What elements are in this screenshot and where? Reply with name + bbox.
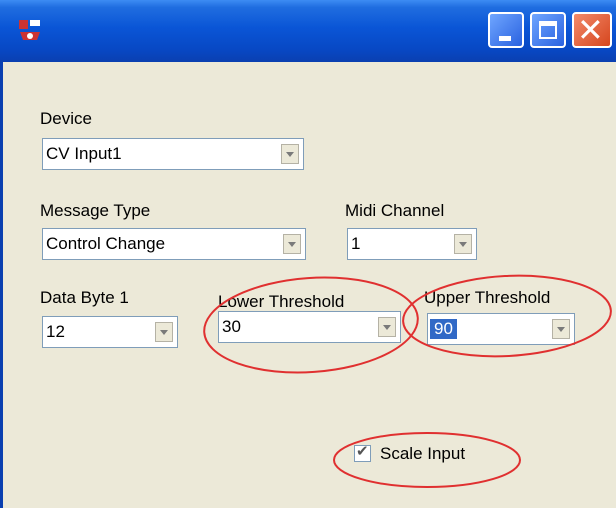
annotation-ellipse-upper	[402, 274, 612, 358]
annotation-overlay	[203, 274, 612, 488]
window: ✕ Device CV Input1 Message Type Control …	[0, 0, 616, 508]
annotation-ellipse-lower	[203, 276, 419, 374]
annotation-ellipse-scale	[333, 432, 521, 488]
